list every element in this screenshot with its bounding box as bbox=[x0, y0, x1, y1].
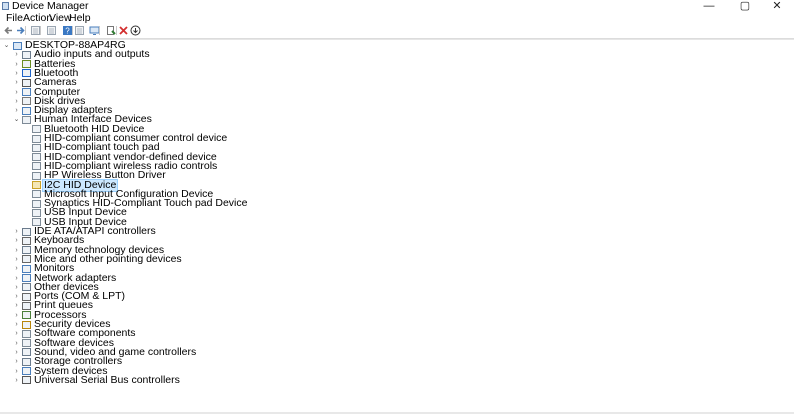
expand-chevron-icon[interactable]: › bbox=[13, 51, 20, 58]
maximize-button[interactable]: ▢ bbox=[728, 0, 762, 13]
toolbar-separator bbox=[25, 26, 26, 35]
software-device-icon bbox=[22, 339, 31, 348]
menu-bar: File Action View Help bbox=[0, 13, 794, 24]
toolbar-glyph bbox=[119, 26, 128, 35]
toolbar-glyph bbox=[130, 25, 141, 36]
menu-help[interactable]: Help bbox=[68, 13, 92, 24]
battery-icon bbox=[22, 60, 31, 69]
expand-chevron-icon[interactable]: › bbox=[13, 358, 20, 365]
svg-text:?: ? bbox=[65, 27, 70, 36]
expand-chevron-icon[interactable]: › bbox=[13, 284, 20, 291]
hid-device-icon bbox=[32, 190, 41, 199]
hid-device-icon bbox=[32, 199, 41, 208]
tree-item-label: Universal Serial Bus controllers bbox=[34, 373, 180, 386]
expand-chevron-icon[interactable]: › bbox=[13, 107, 20, 114]
security-device-icon bbox=[22, 320, 31, 329]
system-device-icon bbox=[22, 367, 31, 375]
monitor-icon bbox=[22, 264, 31, 273]
expand-chevron-icon[interactable]: › bbox=[13, 228, 20, 235]
speaker-icon bbox=[22, 50, 31, 59]
toolbar: ? bbox=[0, 24, 794, 39]
hid-device-icon bbox=[32, 153, 41, 162]
hid-device-icon bbox=[32, 171, 41, 180]
hid-icon bbox=[22, 115, 31, 124]
software-component-icon bbox=[22, 329, 31, 338]
usb-icon bbox=[22, 376, 31, 385]
collapse-chevron-icon[interactable]: ⌄ bbox=[3, 42, 10, 49]
view-panel-icon[interactable] bbox=[74, 25, 85, 36]
expand-chevron-icon[interactable]: › bbox=[13, 89, 20, 96]
bluetooth-icon bbox=[22, 69, 31, 78]
disk-drive-icon bbox=[22, 97, 31, 106]
toolbar-glyph bbox=[4, 26, 12, 35]
download-circle-icon[interactable] bbox=[130, 25, 141, 36]
close-button[interactable]: ✕ bbox=[760, 0, 794, 13]
expand-chevron-icon[interactable]: › bbox=[13, 98, 20, 105]
title-bar: Device Manager — ▢ ✕ bbox=[0, 0, 794, 13]
keyboard-icon bbox=[22, 236, 31, 245]
hid-device-icon bbox=[32, 162, 41, 171]
expand-chevron-icon[interactable]: › bbox=[13, 70, 20, 77]
device-manager-app-icon bbox=[2, 2, 9, 10]
back-arrow-icon[interactable] bbox=[3, 25, 14, 36]
toolbar-separator bbox=[99, 26, 100, 35]
mouse-icon bbox=[22, 255, 31, 264]
network-adapter-icon bbox=[22, 274, 31, 282]
expand-chevron-icon[interactable]: › bbox=[13, 256, 20, 263]
expand-chevron-icon[interactable]: › bbox=[13, 237, 20, 244]
expand-chevron-icon[interactable]: › bbox=[13, 340, 20, 347]
memory-icon bbox=[22, 246, 31, 255]
expand-chevron-icon[interactable]: › bbox=[13, 312, 20, 319]
hid-device-icon bbox=[32, 208, 41, 217]
expand-chevron-icon[interactable]: › bbox=[13, 377, 20, 384]
ide-controller-icon bbox=[22, 227, 31, 236]
expand-chevron-icon[interactable]: › bbox=[13, 275, 20, 282]
hid-device-icon bbox=[32, 143, 41, 152]
processor-icon bbox=[22, 311, 31, 320]
collapse-chevron-icon[interactable]: ⌄ bbox=[13, 116, 20, 123]
storage-controller-icon bbox=[22, 357, 31, 366]
expand-chevron-icon[interactable]: › bbox=[13, 302, 20, 309]
hid-device-icon bbox=[32, 125, 41, 134]
expand-chevron-icon[interactable]: › bbox=[13, 265, 20, 272]
expand-chevron-icon[interactable]: › bbox=[13, 321, 20, 328]
display-adapter-icon bbox=[22, 106, 31, 115]
expand-chevron-icon[interactable]: › bbox=[13, 247, 20, 254]
expand-chevron-icon[interactable]: › bbox=[13, 330, 20, 337]
sound-icon bbox=[22, 348, 31, 357]
hid-device-icon bbox=[32, 134, 41, 143]
expand-chevron-icon[interactable]: › bbox=[13, 293, 20, 300]
computer-root-icon bbox=[13, 41, 22, 50]
printer-icon bbox=[22, 301, 31, 310]
expand-chevron-icon[interactable]: › bbox=[13, 368, 20, 375]
toolbar-glyph bbox=[75, 26, 84, 35]
hid-warning-icon bbox=[32, 181, 41, 189]
toolbar-separator bbox=[116, 26, 117, 35]
device-tree: ⌄ DESKTOP-88AP4RG › Audio inputs and outp… bbox=[0, 39, 794, 413]
uninstall-x-icon[interactable] bbox=[118, 25, 129, 36]
port-icon bbox=[22, 292, 31, 301]
expand-chevron-icon[interactable]: › bbox=[13, 349, 20, 356]
minimize-button[interactable]: — bbox=[692, 0, 726, 13]
show-hide-tree-icon[interactable] bbox=[46, 25, 57, 36]
expand-chevron-icon[interactable]: › bbox=[13, 79, 20, 86]
expand-chevron-icon[interactable]: › bbox=[13, 61, 20, 68]
camera-icon bbox=[22, 78, 31, 87]
other-devices-icon bbox=[22, 283, 31, 292]
toolbar-glyph bbox=[47, 26, 56, 35]
toolbar-separator bbox=[40, 26, 41, 35]
toolbar-separator bbox=[72, 26, 73, 35]
computer-icon bbox=[22, 88, 31, 96]
